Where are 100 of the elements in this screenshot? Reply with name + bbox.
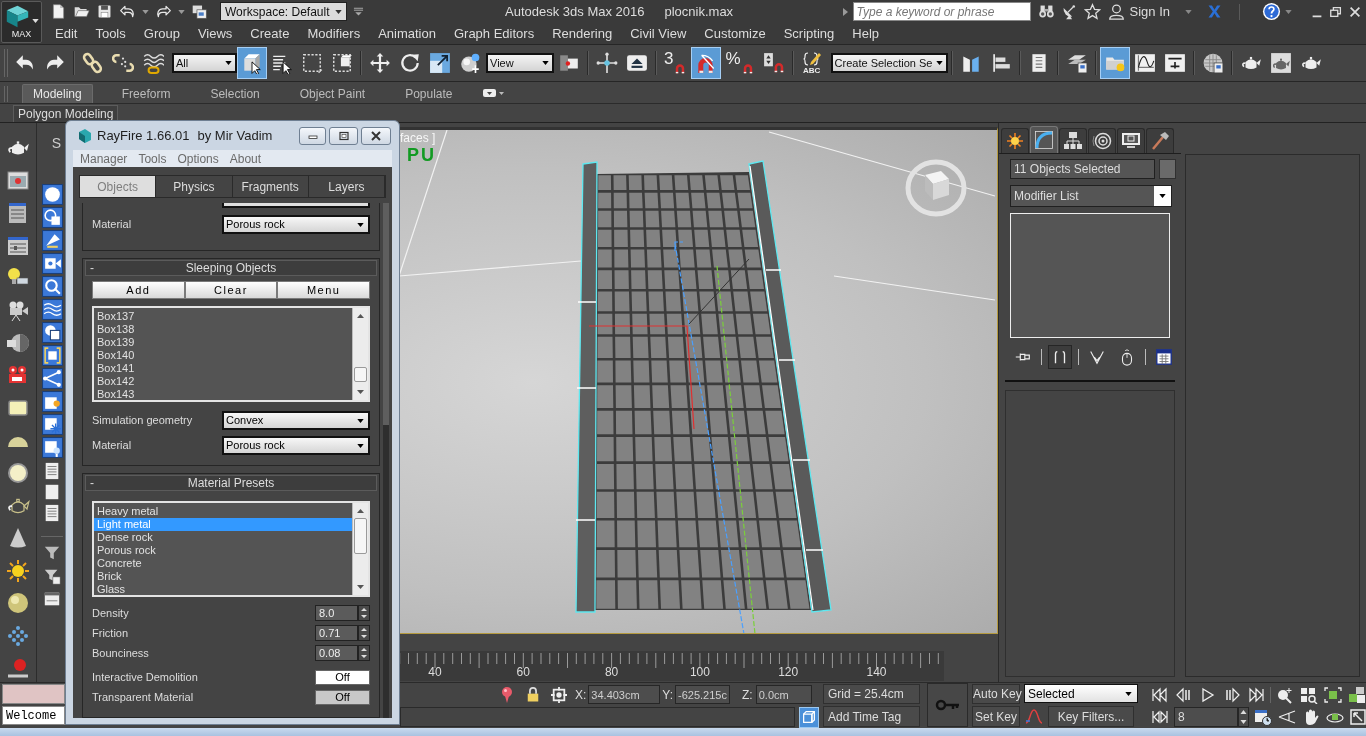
waves-tile-icon[interactable] [41, 299, 63, 320]
scroll-down-arrow-icon[interactable] [356, 389, 365, 395]
panel-tab[interactable] [1059, 128, 1087, 153]
menu-item[interactable]: About [229, 149, 262, 168]
auto-key-button[interactable]: Auto Key [972, 684, 1020, 704]
star-icon[interactable] [1083, 3, 1101, 20]
new-file-icon[interactable] [50, 3, 67, 20]
restore-icon[interactable] [1329, 4, 1343, 19]
scrollbar[interactable] [352, 503, 368, 595]
spinner-arrows-icon[interactable] [358, 625, 370, 641]
padlock-icon[interactable] [526, 686, 540, 704]
application-button[interactable]: MAX [1, 1, 42, 43]
menu-item[interactable]: Help [843, 23, 888, 44]
list-item[interactable]: Box141 [94, 362, 352, 375]
object-name-field[interactable]: 11 Objects Selected [1010, 159, 1155, 179]
picture-icon[interactable] [6, 168, 30, 193]
nodes-tile-icon[interactable] [41, 368, 63, 389]
list-item[interactable]: Box138 [94, 323, 352, 336]
list-item[interactable]: Glass [94, 583, 352, 595]
spinner-arrows-icon[interactable] [358, 605, 370, 621]
sun-icon[interactable] [6, 558, 30, 583]
camera-tile-icon[interactable] [41, 253, 63, 274]
skip-to-start-icon[interactable] [1150, 685, 1170, 704]
collapse-toggle[interactable]: - [90, 262, 94, 274]
spinner-field[interactable]: 0.08 [315, 645, 358, 661]
menu-item[interactable]: Manager [80, 149, 128, 168]
menu-item[interactable]: Tools [86, 23, 135, 44]
dropdown[interactable]: Porous rock [222, 436, 370, 455]
user-icon[interactable] [1107, 3, 1125, 20]
toolbar-button[interactable]: 3 [660, 47, 692, 79]
menu-item[interactable]: Customize [695, 23, 775, 44]
ribbon-panel-tab[interactable]: Polygon Modeling [13, 105, 119, 122]
key-target-dropdown[interactable]: Selected [1024, 684, 1138, 703]
time-tag-button[interactable]: Add Time Tag [823, 706, 920, 727]
skip-to-end-icon[interactable] [1246, 685, 1266, 704]
spinner-arrows-icon[interactable] [1238, 707, 1249, 728]
menu-item[interactable]: Options [177, 149, 219, 168]
camera-sphere-icon[interactable] [6, 331, 30, 355]
list-item[interactable]: Heavy metal [94, 505, 352, 518]
maximize-button[interactable] [329, 126, 358, 145]
minimize-button[interactable] [299, 126, 326, 145]
collapse-toggle[interactable]: - [90, 477, 94, 489]
list-item[interactable]: Box139 [94, 336, 352, 349]
scrollbar-thumb[interactable] [354, 518, 367, 554]
list-item[interactable]: Concrete [94, 557, 352, 570]
magnifier-tile-icon[interactable] [41, 276, 63, 297]
spotlight-tile-icon[interactable] [41, 230, 63, 251]
time-config-icon[interactable] [1253, 708, 1273, 727]
dropdown[interactable]: Porous rock [222, 215, 370, 234]
panel-tab[interactable] [1001, 128, 1029, 153]
expand-arrow-icon[interactable] [840, 6, 849, 17]
coordinate-field[interactable]: 34.403cm [588, 685, 661, 705]
zoom-all-icon[interactable] [1299, 685, 1319, 704]
window-icon[interactable] [43, 590, 61, 608]
spinner-arrows-icon[interactable] [358, 645, 370, 661]
dot-grid-icon[interactable] [6, 623, 30, 648]
list-box[interactable]: Heavy metal Light metal Dense rock Porous rock Concrete Brick Glass [92, 501, 370, 597]
panel-tab[interactable] [1088, 128, 1116, 153]
blank-page-icon[interactable] [43, 483, 61, 501]
menu-item[interactable]: Civil View [621, 23, 696, 44]
spinner-field[interactable]: 0.71 [315, 625, 358, 641]
box-snowflake-tile-icon[interactable] [41, 414, 63, 435]
maxscript-output-field[interactable]: Welcome [2, 706, 65, 725]
undo-icon[interactable] [119, 3, 136, 20]
map-pin-icon[interactable] [500, 686, 514, 704]
color-swatch-icon[interactable] [1159, 159, 1176, 179]
scrollbar[interactable] [383, 203, 389, 718]
spinner-field[interactable]: 8.0 [315, 605, 358, 621]
maxscript-input-field[interactable] [2, 684, 65, 704]
toolbar-button[interactable]: % [721, 47, 759, 79]
scroll-down-arrow-icon[interactable] [356, 584, 365, 590]
scrollbar-thumb[interactable] [383, 203, 389, 425]
overflow-menu-icon[interactable] [352, 5, 365, 18]
close-button[interactable] [361, 126, 391, 145]
coordinate-field[interactable]: 0.0cm [755, 685, 812, 705]
dropdown[interactable] [222, 203, 370, 208]
menu-item[interactable]: Views [188, 23, 242, 44]
list-box[interactable]: Box137 Box138 Box139 Box140 Box141 Box142 Box143 [92, 306, 370, 402]
scrollbar[interactable] [352, 308, 368, 400]
list-item[interactable]: Brick [94, 570, 352, 583]
ribbon-tab[interactable]: Freeform [110, 84, 182, 103]
toggle-button[interactable]: Off [315, 690, 370, 705]
frame-field[interactable]: 8 [1174, 707, 1238, 728]
ribbon-tab[interactable]: Populate [394, 84, 464, 103]
scroll-up-arrow-icon[interactable] [356, 313, 365, 319]
menu-item[interactable]: Group [134, 23, 189, 44]
menu-item[interactable]: Edit [46, 23, 87, 44]
shapes-tile-icon[interactable] [41, 207, 63, 228]
disc-icon[interactable] [6, 461, 30, 485]
dropdown[interactable]: Create Selection Se [830, 53, 948, 73]
list-item[interactable]: Box140 [94, 349, 352, 362]
key-filters-button[interactable]: Key Filters... [1048, 706, 1134, 727]
list-item[interactable]: Box142 [94, 375, 352, 388]
funnel-icon[interactable] [43, 544, 61, 562]
toolbar-button[interactable]: ABC [796, 47, 827, 79]
box-light-tile-icon[interactable] [41, 391, 63, 412]
ribbon-tab[interactable]: Selection [199, 84, 271, 103]
modifier-stack-list[interactable] [1010, 213, 1170, 338]
scrollbar-thumb[interactable] [354, 367, 367, 382]
box-bulb-tile-icon[interactable] [41, 437, 63, 458]
